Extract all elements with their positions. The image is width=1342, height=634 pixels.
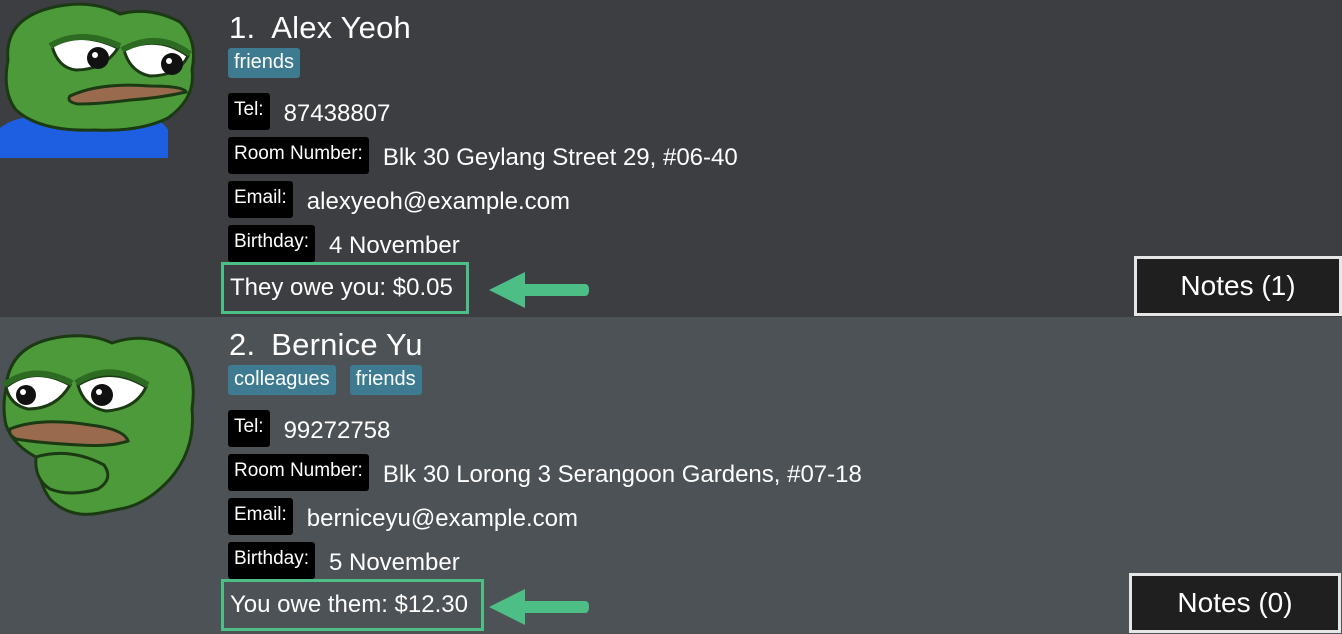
email-label: Email: <box>228 498 293 535</box>
tag-list: friends <box>228 48 301 78</box>
email-value: berniceyu@example.com <box>306 504 578 532</box>
tag-list: colleagues friends <box>228 365 422 395</box>
phone-field: Tel: 87438807 <box>228 93 390 130</box>
person-name: 1. Alex Yeoh <box>229 10 411 46</box>
room-field: Room Number: Blk 30 Lorong 3 Serangoon G… <box>228 454 862 491</box>
notes-button[interactable]: Notes (0) <box>1129 573 1341 633</box>
person-name: 2. Bernice Yu <box>229 327 423 363</box>
birthday-field: Birthday: 4 November <box>228 225 460 262</box>
person-card-2[interactable]: 2. Bernice Yu colleagues friends Tel: 992… <box>0 317 1342 634</box>
person-name-text: Alex Yeoh <box>271 10 411 45</box>
left-arrow-icon <box>489 589 589 625</box>
debt-status: They owe you: $0.05 <box>221 262 469 314</box>
person-index: 1. <box>229 10 256 45</box>
room-value: Blk 30 Lorong 3 Serangoon Gardens, #07-1… <box>382 460 862 488</box>
room-value: Blk 30 Geylang Street 29, #06-40 <box>382 143 738 171</box>
birthday-label: Birthday: <box>228 542 315 579</box>
tel-value: 87438807 <box>283 99 391 127</box>
person-name-text: Bernice Yu <box>271 327 423 362</box>
room-field: Room Number: Blk 30 Geylang Street 29, #… <box>228 137 738 174</box>
left-arrow-icon <box>489 272 589 308</box>
birthday-field: Birthday: 5 November <box>228 542 460 579</box>
person-card-1[interactable]: 1. Alex Yeoh friends Tel: 87438807 Room N… <box>0 0 1342 317</box>
birthday-value: 5 November <box>328 548 460 576</box>
email-label: Email: <box>228 181 293 218</box>
room-label: Room Number: <box>228 454 369 491</box>
notes-button[interactable]: Notes (1) <box>1134 256 1342 316</box>
tel-value: 99272758 <box>283 416 391 444</box>
tel-label: Tel: <box>228 93 270 130</box>
tag-friends: friends <box>228 48 301 78</box>
debt-status: You owe them: $12.30 <box>221 579 484 631</box>
email-field: Email: berniceyu@example.com <box>228 498 578 535</box>
birthday-value: 4 November <box>328 231 460 259</box>
tel-label: Tel: <box>228 410 270 447</box>
frog-avatar-icon <box>0 2 195 158</box>
frog-thinking-avatar-icon <box>2 334 195 516</box>
phone-field: Tel: 99272758 <box>228 410 390 447</box>
room-label: Room Number: <box>228 137 369 174</box>
tag-friends: friends <box>349 365 422 395</box>
email-field: Email: alexyeoh@example.com <box>228 181 570 218</box>
tag-colleagues: colleagues <box>228 365 336 395</box>
birthday-label: Birthday: <box>228 225 315 262</box>
person-index: 2. <box>229 327 256 362</box>
email-value: alexyeoh@example.com <box>306 187 570 215</box>
